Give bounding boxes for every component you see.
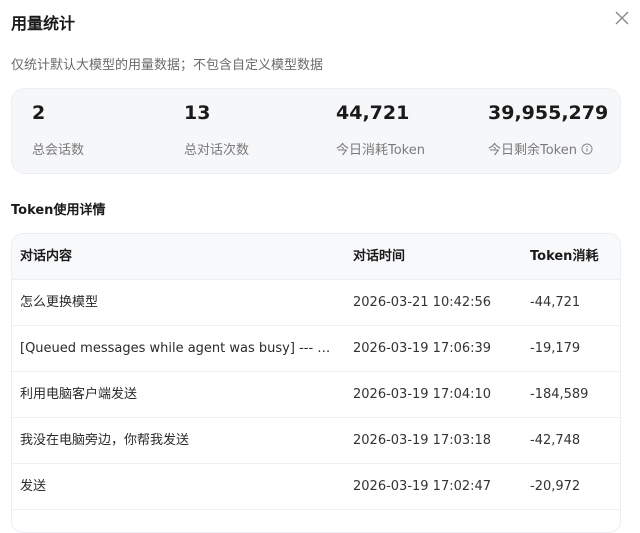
column-header-content: 对话内容	[20, 249, 73, 264]
stat-value: 13	[184, 102, 211, 124]
close-icon	[615, 11, 629, 25]
table-row[interactable]: [Queued messages while agent was busy] -…	[12, 326, 620, 372]
column-header-time: 对话时间	[353, 249, 406, 264]
row-content: 发送	[20, 479, 47, 494]
table-row[interactable]: 利用电脑客户端发送 2026-03-19 17:04:10 -184,589	[12, 372, 620, 418]
stat-label: 今日剩余Token	[488, 143, 577, 158]
column-header-tokens: Token消耗	[530, 249, 599, 264]
info-icon[interactable]	[581, 143, 593, 155]
row-tokens: -42,748	[530, 433, 581, 448]
dialog-title: 用量统计	[11, 14, 76, 33]
row-tokens: -20,972	[530, 479, 581, 494]
stat-value: 44,721	[336, 102, 410, 124]
row-time: 2026-03-19 17:04:10	[353, 387, 492, 402]
row-tokens: -44,721	[530, 295, 581, 310]
dialog-subtitle: 仅统计默认大模型的用量数据；不包含自定义模型数据	[11, 58, 324, 73]
row-time: 2026-03-21 10:42:56	[353, 295, 492, 310]
usage-table: 对话内容 对话时间 Token消耗 怎么更换模型 2026-03-21 10:4…	[11, 233, 621, 533]
stat-label: 总对话次数	[184, 143, 250, 158]
row-time: 2026-03-19 17:02:47	[353, 479, 492, 494]
table-row[interactable]: 我没在电脑旁边，你帮我发送 2026-03-19 17:03:18 -42,74…	[12, 418, 620, 464]
close-button[interactable]	[612, 8, 632, 28]
usage-dialog: 用量统计 仅统计默认大模型的用量数据；不包含自定义模型数据 2 总会话数 13 …	[0, 0, 640, 533]
stats-panel: 2 总会话数 13 总对话次数 44,721 今日消耗Token 39,955,…	[11, 88, 621, 174]
row-tokens: -184,589	[530, 387, 589, 402]
table-row[interactable]: 发送 2026-03-19 17:02:47 -20,972	[12, 464, 620, 510]
stat-value: 2	[32, 102, 46, 124]
table-row[interactable]: 怎么更换模型 2026-03-21 10:42:56 -44,721	[12, 280, 620, 326]
stat-value: 39,955,279	[488, 102, 609, 124]
row-content: 利用电脑客户端发送	[20, 387, 138, 402]
row-content: 我没在电脑旁边，你帮我发送	[20, 433, 190, 448]
row-tokens: -19,179	[530, 341, 581, 356]
row-time: 2026-03-19 17:06:39	[353, 341, 492, 356]
row-content: [Queued messages while agent was busy] -…	[20, 341, 340, 356]
stat-label: 今日消耗Token	[336, 143, 425, 158]
table-header: 对话内容 对话时间 Token消耗	[12, 234, 620, 280]
row-content: 怎么更换模型	[20, 295, 99, 310]
stat-label: 总会话数	[32, 143, 85, 158]
row-time: 2026-03-19 17:03:18	[353, 433, 492, 448]
section-title: Token使用详情	[11, 203, 106, 218]
